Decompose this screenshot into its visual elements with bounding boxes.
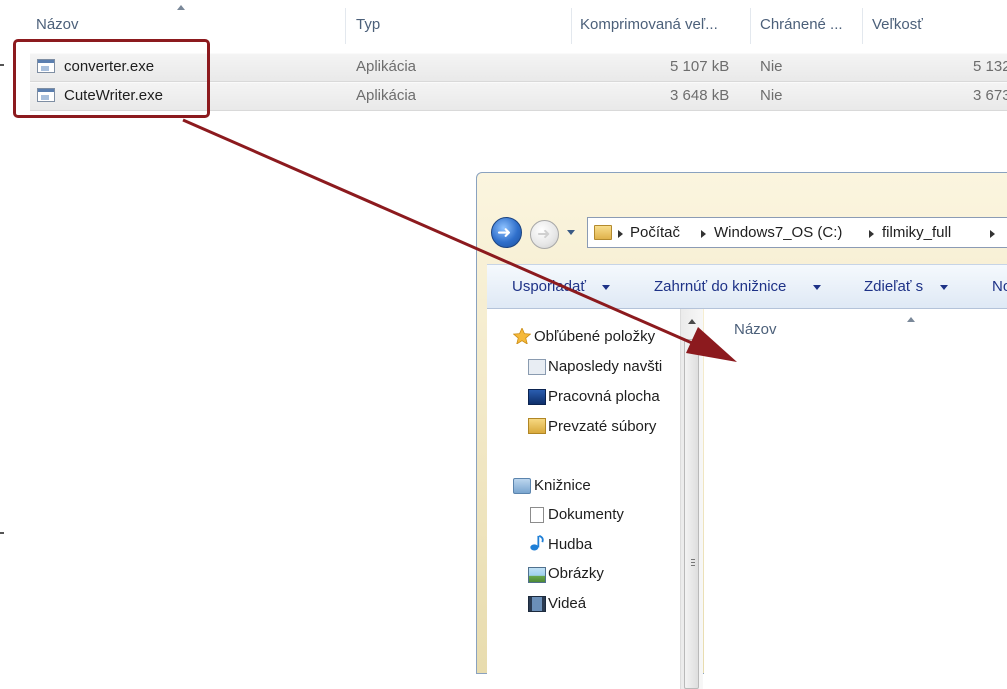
file-compressed-size: 3 648 kB [670,87,730,104]
include-in-library-button[interactable]: Zahrnúť do knižnice [654,278,786,295]
scrollbar-thumb[interactable] [684,339,699,689]
breadcrumb-arrow-icon[interactable] [701,230,706,238]
file-protected: Nie [760,87,783,104]
grip-line [691,565,695,566]
forward-button[interactable]: ➜ [530,220,559,249]
pictures-icon [528,567,546,583]
column-protected[interactable]: Chránené ... [760,16,843,33]
recent-pages-dropdown-icon[interactable] [567,230,575,235]
sort-ascending-icon [177,5,185,10]
edge-marker [0,532,4,534]
chevron-down-icon [602,285,610,290]
documents-icon [530,507,544,523]
file-protected: Nie [760,58,783,75]
breadcrumb-arrow-icon[interactable] [618,230,623,238]
nav-documents[interactable]: Dokumenty [548,506,624,523]
nav-desktop[interactable]: Pracovná plocha [548,388,660,405]
edge-marker [0,64,4,66]
file-type: Aplikácia [356,58,417,75]
back-button[interactable]: ➜ [491,217,522,248]
breadcrumb-arrow-icon[interactable] [869,230,874,238]
scroll-up-arrow-icon[interactable] [688,319,696,324]
file-type: Aplikácia [356,87,417,104]
nav-music[interactable]: Hudba [548,536,592,553]
address-bar[interactable]: Počítač Windows7_OS (C:) filmiky_full [587,217,1007,248]
sort-ascending-icon [907,317,915,322]
back-arrow-icon: ➜ [497,223,512,242]
command-bar: Usporiadať Zahrnúť do knižnice Zdieľať s… [487,264,1007,309]
column-separator[interactable] [345,8,346,44]
chevron-down-icon [940,285,948,290]
column-compressed-size[interactable]: Komprimovaná veľ... [580,16,718,33]
downloads-folder-icon [528,418,546,434]
navigation-pane[interactable]: Obľúbené položky Naposledy navšti Pracov… [487,309,680,689]
nav-downloads[interactable]: Prevzaté súbory [548,418,656,435]
videos-icon [528,596,546,612]
file-compressed-size: 5 107 kB [670,58,730,75]
grip-line [691,562,695,563]
organize-button[interactable]: Usporiadať [512,278,586,295]
forward-arrow-icon: ➜ [537,226,551,243]
column-type[interactable]: Typ [356,16,380,33]
column-name[interactable]: Názov [36,16,79,33]
breadcrumb-folder[interactable]: filmiky_full [882,224,951,241]
nav-pictures[interactable]: Obrázky [548,565,604,582]
star-icon [513,328,531,344]
navigation-scrollbar[interactable] [680,309,703,689]
nav-videos[interactable]: Videá [548,595,586,612]
column-name[interactable]: Názov [734,321,777,338]
chevron-down-icon [813,285,821,290]
column-size[interactable]: Veľkosť [872,16,923,33]
file-list-pane[interactable]: Názov [704,309,1007,689]
column-separator[interactable] [862,8,863,44]
grip-line [691,559,695,560]
nav-libraries[interactable]: Knižnice [534,477,591,494]
breadcrumb-drive[interactable]: Windows7_OS (C:) [714,224,842,241]
nav-recent-places[interactable]: Naposledy navšti [548,358,662,375]
new-folder-button[interactable]: No [992,278,1007,295]
column-separator[interactable] [750,8,751,44]
file-size: 5 132 [973,58,1007,75]
column-separator[interactable] [571,8,572,44]
file-size: 3 673 [973,87,1007,104]
breadcrumb-arrow-icon[interactable] [990,230,995,238]
desktop-icon [528,389,546,405]
folder-icon [594,225,612,240]
recent-places-icon [528,359,546,375]
explorer-window[interactable]: ➜ ➜ Počítač Windows7_OS (C:) filmiky_ful… [476,172,1007,689]
music-icon [530,535,544,551]
nav-favorites[interactable]: Obľúbené položky [534,328,655,345]
selection-highlight-box [13,39,210,118]
share-with-button[interactable]: Zdieľať s [864,278,923,295]
breadcrumb-computer[interactable]: Počítač [630,224,680,241]
libraries-icon [513,478,531,494]
